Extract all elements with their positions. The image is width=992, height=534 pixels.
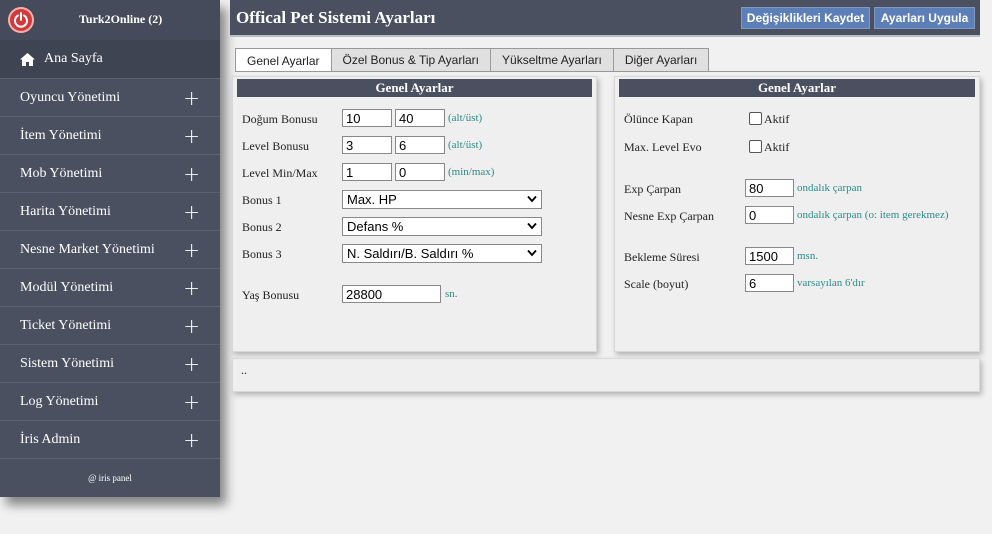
sidebar-item-label: Sistem Yönetimi [20,355,114,371]
level-max-input[interactable]: 0 [395,163,445,181]
olunce-kapan-check-label: Aktif [764,112,790,126]
tab-divider [235,71,980,72]
sidebar-item-ticket[interactable]: Ticket Yönetimi + [0,306,220,344]
sidebar-item-item[interactable]: İtem Yönetimi + [0,116,220,154]
chevron-down-icon [527,249,537,257]
max-level-evo-label: Max. Level Evo [624,140,702,154]
tab-yukseltme[interactable]: Yükseltme Ayarları [490,48,614,71]
sidebar-header: Turk2Online (2) [0,0,220,40]
sidebar-item-harita[interactable]: Harita Yönetimi + [0,192,220,230]
dogum-bonusu-label: Doğum Bonusu [242,112,318,126]
bekleme-suresi-input[interactable]: 1500 [745,247,794,265]
plus-icon: + [183,161,200,186]
sidebar-item-label: İtem Yönetimi [20,127,102,143]
sidebar-item-label: Nesne Market Yönetimi [20,241,155,257]
plus-icon: + [183,199,200,224]
plus-icon: + [183,85,200,110]
sidebar-item-log[interactable]: Log Yönetimi + [0,382,220,420]
bonus-3-label: Bonus 3 [242,247,282,261]
dogum-bonusu-hint: (alt/üst) [448,112,483,124]
level-bonusu-max-input[interactable]: 6 [395,136,445,154]
sidebar-item-mob[interactable]: Mob Yönetimi + [0,154,220,192]
chevron-down-icon [527,222,537,230]
right-settings-panel: Genel Ayarlar Ölünce Kapan Aktif Max. Le… [614,76,980,352]
sidebar-item-label: Log Yönetimi [20,393,99,409]
bonus-2-label: Bonus 2 [242,220,282,234]
exp-carpan-input[interactable]: 80 [745,179,794,197]
scale-input[interactable]: 6 [745,274,794,292]
footer-bar: .. [232,358,980,392]
sidebar: Turk2Online (2) Ana Sayfa Oyuncu Yönetim… [0,0,220,497]
sidebar-item-label: Oyuncu Yönetimi [20,89,121,105]
scale-label: Scale (boyut) [624,277,689,291]
sidebar-item-iris-admin[interactable]: İris Admin + [0,420,220,458]
level-bonusu-min-input[interactable]: 3 [342,136,392,154]
bonus-1-value: Max. HP [347,192,397,207]
level-min-input[interactable]: 1 [342,163,392,181]
sidebar-item-label: İris Admin [20,431,81,447]
tab-genel-ayarlar[interactable]: Genel Ayarlar [235,48,332,72]
yas-bonusu-unit: sn. [445,288,458,300]
bonus-2-value: Defans % [347,219,404,234]
plus-icon: + [183,389,200,414]
sidebar-item-sistem[interactable]: Sistem Yönetimi + [0,344,220,382]
panel-title: Genel Ayarlar [619,79,975,97]
tab-bar: Genel Ayarlar Özel Bonus & Tip Ayarları … [235,48,710,72]
level-minmax-hint: (min/max) [448,166,495,178]
bonus-1-select[interactable]: Max. HP [342,190,542,209]
tab-diger[interactable]: Diğer Ayarları [612,48,710,71]
panel-title: Genel Ayarlar [237,79,592,97]
apply-button[interactable]: Ayarları Uygula [874,7,975,29]
bekleme-suresi-unit: msn. [797,250,819,262]
max-level-evo-check-label: Aktif [764,140,790,154]
plus-icon: + [183,313,200,338]
level-bonusu-hint: (alt/üst) [448,139,483,151]
left-settings-panel: Genel Ayarlar Doğum Bonusu 10 40 (alt/üs… [232,76,597,352]
app-title: Turk2Online (2) [79,12,163,26]
power-icon[interactable] [8,7,34,33]
plus-icon: + [183,351,200,376]
bonus-2-select[interactable]: Defans % [342,217,542,236]
exp-carpan-label: Exp Çarpan [624,182,681,196]
exp-carpan-hint: ondalık çarpan [797,182,863,194]
sidebar-item-label: Harita Yönetimi [20,203,111,219]
scale-hint: varsayılan 6'dır [797,277,865,289]
max-level-evo-checkbox[interactable] [749,140,762,153]
sidebar-footer: @ iris panel [0,458,220,497]
plus-icon: + [183,237,200,262]
sidebar-item-label: Modül Yönetimi [20,279,114,295]
header-bar: Offical Pet Sistemi Ayarları Değişiklikl… [230,0,980,37]
sidebar-item-nesne-market[interactable]: Nesne Market Yönetimi + [0,230,220,268]
footer-text: .. [241,363,247,377]
olunce-kapan-label: Ölünce Kapan [624,112,693,126]
level-minmax-label: Level Min/Max [242,166,318,180]
level-bonusu-label: Level Bonusu [242,139,309,153]
chevron-down-icon [527,195,537,203]
yas-bonusu-input[interactable]: 28800 [342,285,441,303]
home-icon [20,52,35,66]
dogum-bonusu-max-input[interactable]: 40 [395,109,445,127]
bonus-3-value: N. Saldırı/B. Saldırı % [347,246,474,261]
nesne-exp-carpan-label: Nesne Exp Çarpan [624,209,714,223]
dogum-bonusu-min-input[interactable]: 10 [342,109,392,127]
bonus-1-label: Bonus 1 [242,193,282,207]
sidebar-item-modul[interactable]: Modül Yönetimi + [0,268,220,306]
bonus-3-select[interactable]: N. Saldırı/B. Saldırı % [342,244,542,263]
olunce-kapan-checkbox[interactable] [749,112,762,125]
sidebar-item-label: Ana Sayfa [44,51,103,66]
sidebar-item-oyuncu[interactable]: Oyuncu Yönetimi + [0,78,220,116]
plus-icon: + [183,123,200,148]
sidebar-item-label: Mob Yönetimi [20,165,103,181]
plus-icon: + [183,275,200,300]
nesne-exp-carpan-input[interactable]: 0 [745,206,794,224]
tab-ozel-bonus[interactable]: Özel Bonus & Tip Ayarları [330,48,492,71]
sidebar-item-label: Ticket Yönetimi [20,317,112,333]
page-title: Offical Pet Sistemi Ayarları [236,8,436,27]
save-button[interactable]: Değişiklikleri Kaydet [741,7,870,29]
plus-icon: + [183,427,200,452]
sidebar-item-home[interactable]: Ana Sayfa [0,40,220,78]
bekleme-suresi-label: Bekleme Süresi [624,250,700,264]
nesne-exp-carpan-hint: ondalık çarpan (o: item gerekmez) [797,209,949,221]
yas-bonusu-label: Yaş Bonusu [242,288,300,302]
